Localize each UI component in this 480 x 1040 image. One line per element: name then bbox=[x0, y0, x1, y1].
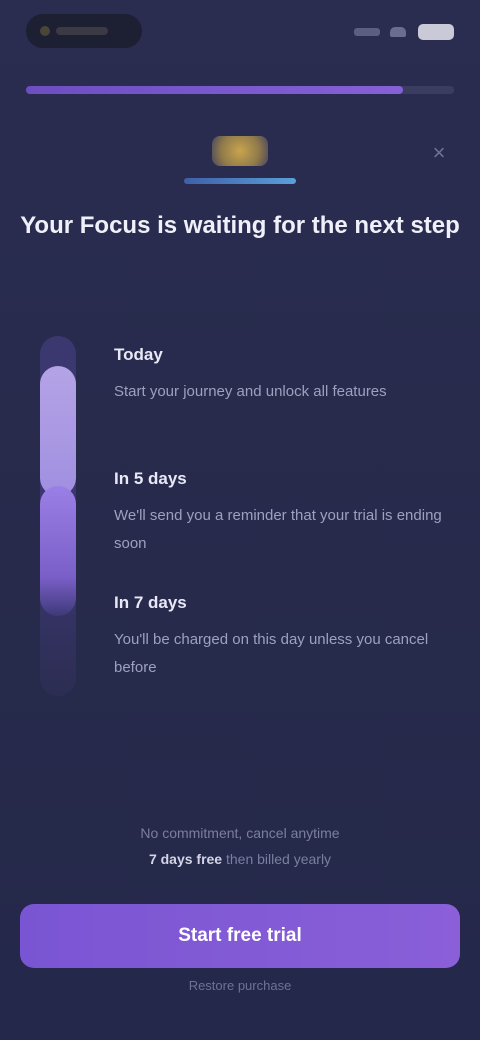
step-description: You'll be charged on this day unless you… bbox=[114, 631, 429, 676]
timeline-step-today: Today Start your journey and unlock all … bbox=[114, 344, 444, 406]
close-button[interactable]: × bbox=[422, 136, 456, 170]
paywall-screen: × Your Focus is waiting for the next ste… bbox=[0, 0, 480, 1040]
activity-indicator bbox=[56, 27, 108, 35]
step-description: We'll send you a reminder that your tria… bbox=[114, 507, 442, 552]
logo-wordmark bbox=[184, 178, 296, 184]
onboarding-progress-fill bbox=[26, 86, 403, 94]
start-trial-button[interactable]: Start free trial bbox=[20, 904, 460, 968]
battery-icon bbox=[418, 24, 454, 40]
step-title: Today bbox=[114, 345, 163, 364]
dynamic-island bbox=[26, 14, 142, 48]
step-title: In 5 days bbox=[114, 469, 187, 488]
billing-period: then billed yearly bbox=[226, 851, 332, 867]
signal-icon bbox=[354, 28, 380, 36]
trial-length: 7 days free bbox=[148, 851, 223, 867]
step-title: In 7 days bbox=[114, 593, 187, 612]
page-title: Your Focus is waiting for the next step bbox=[20, 212, 460, 239]
step-description: Start your journey and unlock all featur… bbox=[114, 383, 387, 400]
app-logo bbox=[180, 132, 300, 192]
timeline-segment-today bbox=[40, 366, 76, 496]
terms-line-pricing: 7 days free then billed yearly bbox=[40, 846, 440, 872]
camera-dot-icon bbox=[40, 26, 50, 36]
trial-timeline: Today Start your journey and unlock all … bbox=[30, 336, 470, 716]
status-bar bbox=[0, 14, 480, 50]
timeline-segment-reminder bbox=[40, 486, 76, 616]
wifi-icon bbox=[390, 27, 406, 37]
onboarding-progress-bar bbox=[26, 86, 454, 94]
restore-purchase-link[interactable]: Restore purchase bbox=[40, 976, 440, 996]
close-icon: × bbox=[432, 140, 446, 165]
terms-line-commitment: No commitment, cancel anytime bbox=[140, 825, 340, 841]
logo-mark-icon bbox=[212, 136, 268, 166]
trial-terms: No commitment, cancel anytime 7 days fre… bbox=[40, 820, 440, 872]
status-icons bbox=[354, 22, 454, 42]
timeline-step-billing: In 7 days You'll be charged on this day … bbox=[114, 592, 444, 682]
timeline-step-reminder: In 5 days We'll send you a reminder that… bbox=[114, 468, 444, 558]
